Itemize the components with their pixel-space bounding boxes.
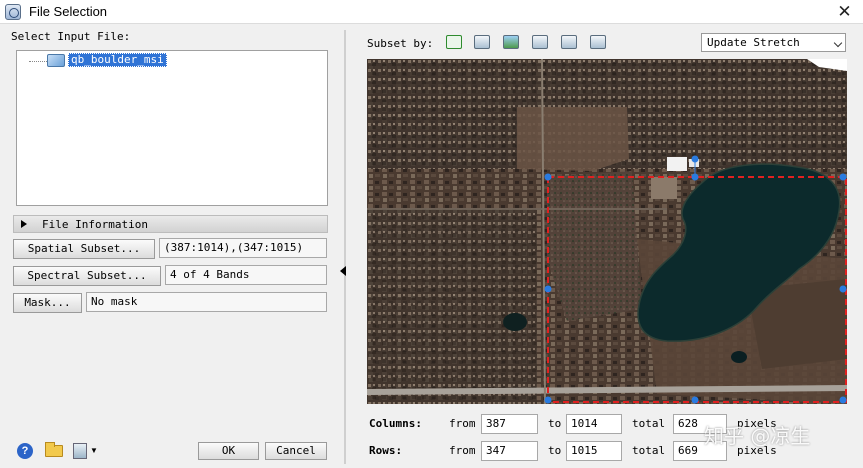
image-rect-icon[interactable] [446, 35, 462, 49]
subset-by-label: Subset by: [367, 37, 434, 50]
window-title: File Selection [29, 4, 108, 19]
rows-from-input[interactable]: 347 [481, 441, 538, 461]
spectral-subset-value: 4 of 4 Bands [165, 265, 327, 285]
app-icon [5, 4, 21, 20]
file-information-label: File Information [42, 218, 148, 231]
options-icon[interactable] [73, 443, 87, 459]
subset-handle-s[interactable] [691, 396, 699, 404]
rows-total-label: total [632, 444, 666, 457]
rows-to-input[interactable]: 1015 [566, 441, 622, 461]
file-item-qb-boulder-msi[interactable]: qb_boulder_msi [68, 53, 167, 67]
watermark: 知乎 @凉生 [704, 424, 811, 448]
subset-rotate-handle[interactable] [691, 155, 699, 163]
open-folder-icon[interactable] [45, 442, 63, 457]
close-button[interactable]: ✕ [826, 0, 863, 24]
stretch-select-value: Update Stretch [707, 36, 800, 49]
subset-handle-sw[interactable] [544, 396, 552, 404]
file-information-toggle[interactable]: File Information [13, 215, 328, 233]
rows-to-label: to [548, 444, 562, 457]
open-field-north [517, 107, 629, 171]
subset-handle-w[interactable] [544, 285, 552, 293]
subset-handle-n[interactable] [691, 173, 699, 181]
open-field-center [547, 171, 642, 321]
subset-handle-e[interactable] [839, 285, 847, 293]
raster-file-icon [47, 54, 65, 67]
roi-icon[interactable] [474, 35, 490, 49]
title-bar: File Selection ✕ [0, 0, 863, 24]
splitter-rail [344, 30, 346, 464]
file-icon[interactable] [590, 35, 606, 49]
spectral-subset-button[interactable]: Spectral Subset... [13, 266, 161, 286]
select-input-file-label: Select Input File: [11, 30, 131, 43]
stretch-select[interactable]: Update Stretch [701, 33, 846, 52]
chevron-down-icon [833, 38, 843, 48]
small-pond [731, 351, 747, 363]
white-building [667, 157, 687, 171]
subset-handle-ne[interactable] [839, 173, 847, 181]
spatial-subset-value: (387:1014),(347:1015) [159, 238, 327, 258]
collapse-arrow-icon[interactable] [340, 266, 346, 276]
columns-to-label: to [548, 417, 562, 430]
options-dropdown-icon[interactable]: ▼ [90, 446, 98, 455]
columns-label: Columns: [369, 417, 422, 430]
image-icon[interactable] [503, 35, 519, 49]
satellite-image [367, 59, 847, 404]
spatial-subset-button[interactable]: Spatial Subset... [13, 239, 155, 259]
rows-label: Rows: [369, 444, 403, 457]
image-preview[interactable] [367, 59, 847, 404]
ok-button[interactable]: OK [198, 442, 259, 460]
columns-total-label: total [632, 417, 666, 430]
mask-value: No mask [86, 292, 327, 312]
subset-handle-nw[interactable] [544, 173, 552, 181]
columns-to-input[interactable]: 1014 [566, 414, 622, 434]
expand-triangle-icon [21, 220, 27, 228]
columns-from-input[interactable]: 387 [481, 414, 538, 434]
rows-from-label: from [449, 444, 476, 457]
lot [651, 177, 677, 199]
vector-icon[interactable] [532, 35, 548, 49]
panel-splitter[interactable] [340, 30, 349, 464]
west-neighborhood [367, 209, 537, 404]
help-icon[interactable]: ? [17, 443, 33, 459]
cancel-button[interactable]: Cancel [265, 442, 327, 460]
subset-handle-se[interactable] [839, 396, 847, 404]
pond-west [503, 313, 527, 331]
file-tree[interactable]: qb_boulder_msi [16, 50, 328, 206]
mask-button[interactable]: Mask... [13, 293, 82, 313]
map-icon[interactable] [561, 35, 577, 49]
columns-from-label: from [449, 417, 476, 430]
